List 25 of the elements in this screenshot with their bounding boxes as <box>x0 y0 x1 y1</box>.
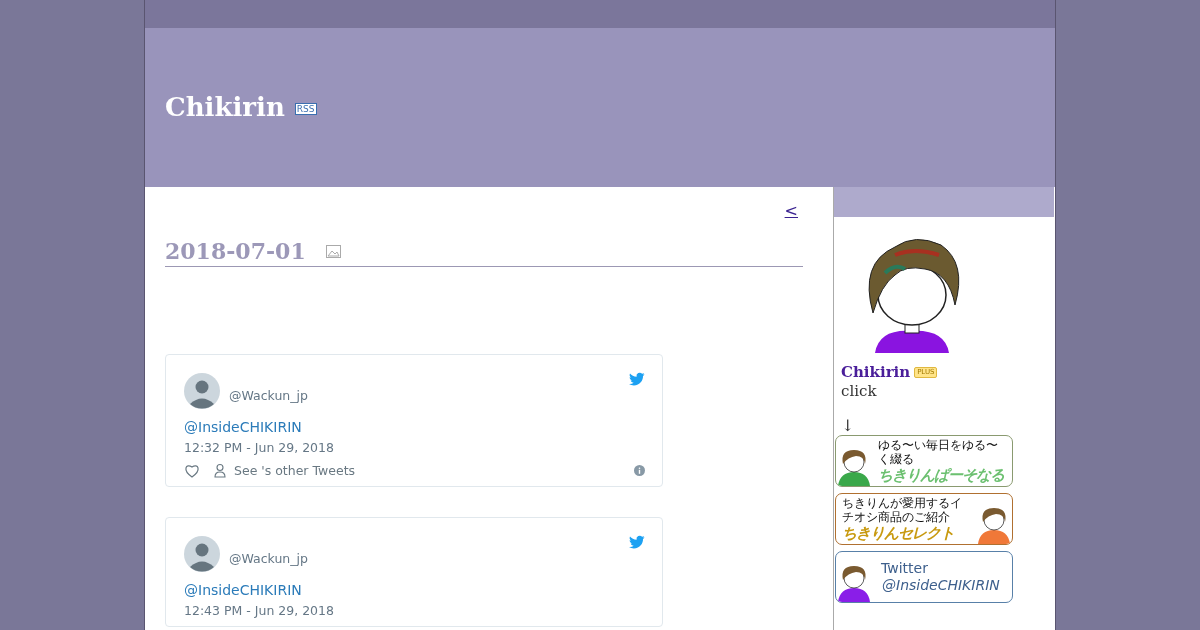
avatar-icon <box>184 373 220 409</box>
entry-date[interactable]: 2018-07-01 <box>165 238 306 264</box>
mention-link[interactable]: @InsideCHIKIRIN <box>184 419 302 435</box>
heart-icon <box>184 463 200 478</box>
tweet-handle[interactable]: @Wackun_jp <box>229 550 308 566</box>
blog-title[interactable]: Chikirin <box>165 91 285 122</box>
banner-link[interactable]: ゆる〜い毎日をゆる〜く綴る ちきりんぱーそなる <box>835 435 1013 487</box>
tweet-handle[interactable]: @Wackun_jp <box>229 387 308 403</box>
down-arrow-text: ↓ <box>841 416 856 435</box>
mention-link[interactable]: @InsideCHIKIRIN <box>184 582 302 598</box>
profile-name[interactable]: Chikirin <box>841 363 911 381</box>
other-tweets-link[interactable]: See 's other Tweets <box>234 463 356 478</box>
bird-icon <box>629 534 645 550</box>
info-icon <box>634 465 645 476</box>
avatar-icon <box>184 536 220 572</box>
person-icon <box>214 463 226 478</box>
profile-note: click <box>841 382 878 400</box>
banner-link[interactable]: ちきりんが愛用するイチオシ商品のご紹介 ちきりんセレクト <box>835 493 1013 545</box>
rss-badge[interactable]: RSS <box>294 102 317 115</box>
tweet-time[interactable]: 12:32 PM - Jun 29, 2018 <box>184 440 645 455</box>
tweet-time[interactable]: 12:43 PM - Jun 29, 2018 <box>184 603 645 618</box>
banner-link[interactable]: Twitter @InsideCHIKIRIN <box>835 551 1013 603</box>
previous-link[interactable]: < <box>784 201 798 220</box>
bird-icon <box>629 371 645 387</box>
image-icon <box>325 244 341 258</box>
